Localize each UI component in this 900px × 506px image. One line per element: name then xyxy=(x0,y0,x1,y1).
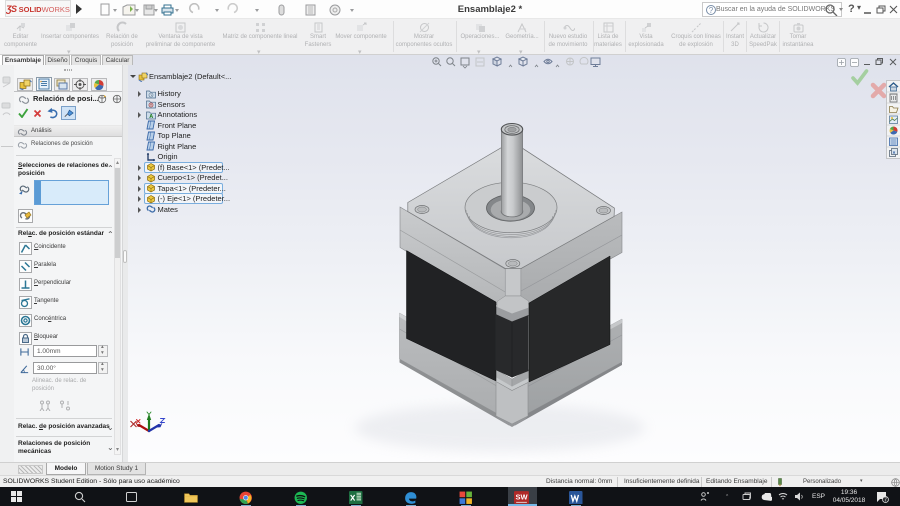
svg-text:A: A xyxy=(149,114,153,120)
svg-text:7: 7 xyxy=(884,498,887,504)
svg-text:?: ? xyxy=(709,6,714,15)
svg-text:SW: SW xyxy=(515,492,528,501)
